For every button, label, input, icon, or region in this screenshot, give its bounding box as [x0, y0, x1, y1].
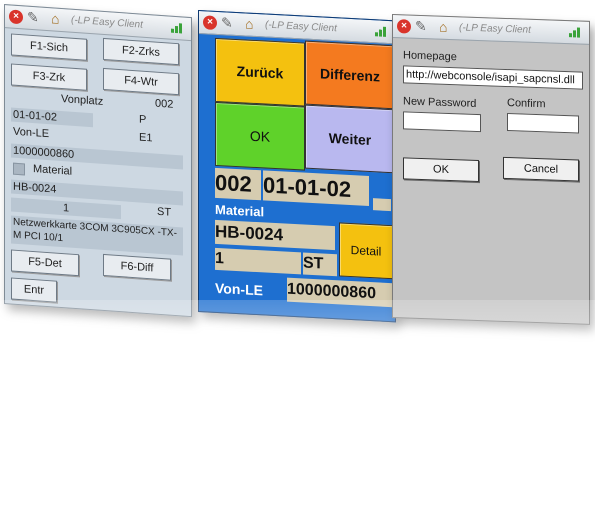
homepage-label: Homepage	[403, 49, 457, 64]
differenz-button[interactable]: Differenz	[305, 40, 395, 110]
home-icon[interactable]: ⌂	[51, 10, 59, 27]
app-title: (-LP Easy Client	[459, 22, 531, 36]
enter-button[interactable]: Entr	[11, 277, 57, 303]
p-flag: P	[139, 113, 147, 126]
homepage-input[interactable]: http://webconsole/isapi_sapcnsl.dll	[403, 65, 583, 90]
signal-icon	[171, 21, 185, 34]
tools-icon[interactable]: ✎	[221, 14, 233, 32]
f2-back-button[interactable]: F2-Zrks	[103, 37, 179, 66]
unit-label: ST	[157, 205, 172, 219]
vonplatz-value: 002	[155, 97, 174, 111]
e-flag: E1	[139, 131, 153, 145]
f4-next-button[interactable]: F4-Wtr	[103, 67, 179, 96]
reflection	[0, 300, 595, 518]
f1-save-button[interactable]: F1-Sich	[11, 33, 87, 61]
vonle-label: Von-LE	[13, 125, 50, 141]
title-bar: × ✎ ⌂ (-LP Easy Client	[393, 15, 589, 45]
reflection-fade	[0, 300, 595, 518]
f3-back-button[interactable]: F3-Zrk	[11, 63, 87, 91]
f5-detail-button[interactable]: F5-Det	[11, 249, 79, 277]
location-field: 01-01-02	[11, 107, 93, 128]
unit-field: ST	[303, 252, 337, 277]
detail-button[interactable]: Detail	[339, 222, 393, 280]
description-field: Netzwerkkarte 3COM 3C905CX -TX-M PCI 10/…	[11, 215, 183, 256]
zuruck-button[interactable]: Zurück	[215, 37, 305, 107]
signal-icon	[375, 24, 389, 37]
bin-field: 002	[215, 167, 261, 201]
quantity-field: 1	[215, 247, 301, 275]
confirm-label: Confirm	[507, 97, 546, 111]
le-number-field: 1000000860	[287, 277, 393, 308]
home-icon[interactable]: ⌂	[439, 19, 447, 35]
material-checkbox[interactable]	[13, 162, 25, 176]
ok-button[interactable]: OK	[215, 101, 305, 171]
new-password-input[interactable]	[403, 111, 481, 133]
location-field: 01-01-02	[263, 170, 369, 206]
device-screen-settings: × ✎ ⌂ (-LP Easy Client Homepage http://w…	[392, 14, 590, 325]
f6-diff-button[interactable]: F6-Diff	[103, 253, 171, 281]
app-title: (-LP Easy Client	[265, 19, 337, 35]
new-password-label: New Password	[403, 95, 477, 110]
signal-icon	[569, 25, 583, 38]
weiter-button[interactable]: Weiter	[305, 104, 395, 174]
device-screen-touch: × ✎ ⌂ (-LP Easy Client Zurück Differenz …	[198, 10, 396, 323]
material-label: Material	[33, 163, 73, 178]
material-label: Material	[215, 201, 265, 220]
cancel-button[interactable]: Cancel	[503, 156, 579, 182]
material-value-field: HB-0024	[215, 219, 335, 251]
home-icon[interactable]: ⌂	[245, 15, 253, 31]
app-title: (-LP Easy Client	[71, 14, 143, 31]
close-icon[interactable]: ×	[203, 15, 217, 30]
tools-icon[interactable]: ✎	[27, 9, 39, 27]
device-screen-picking: × ✎ ⌂ (-LP Easy Client F1-Sich F2-Zrks F…	[4, 4, 192, 318]
showcase-stage: × ✎ ⌂ (-LP Easy Client F1-Sich F2-Zrks F…	[0, 0, 595, 518]
vonle-label: Von-LE	[215, 279, 263, 299]
close-icon[interactable]: ×	[397, 19, 411, 34]
ok-button[interactable]: OK	[403, 157, 479, 183]
spare-field	[373, 198, 391, 212]
tools-icon[interactable]: ✎	[415, 18, 427, 35]
confirm-password-input[interactable]	[507, 113, 579, 134]
close-icon[interactable]: ×	[9, 9, 23, 25]
vonplatz-label: Vonplatz	[61, 92, 104, 108]
